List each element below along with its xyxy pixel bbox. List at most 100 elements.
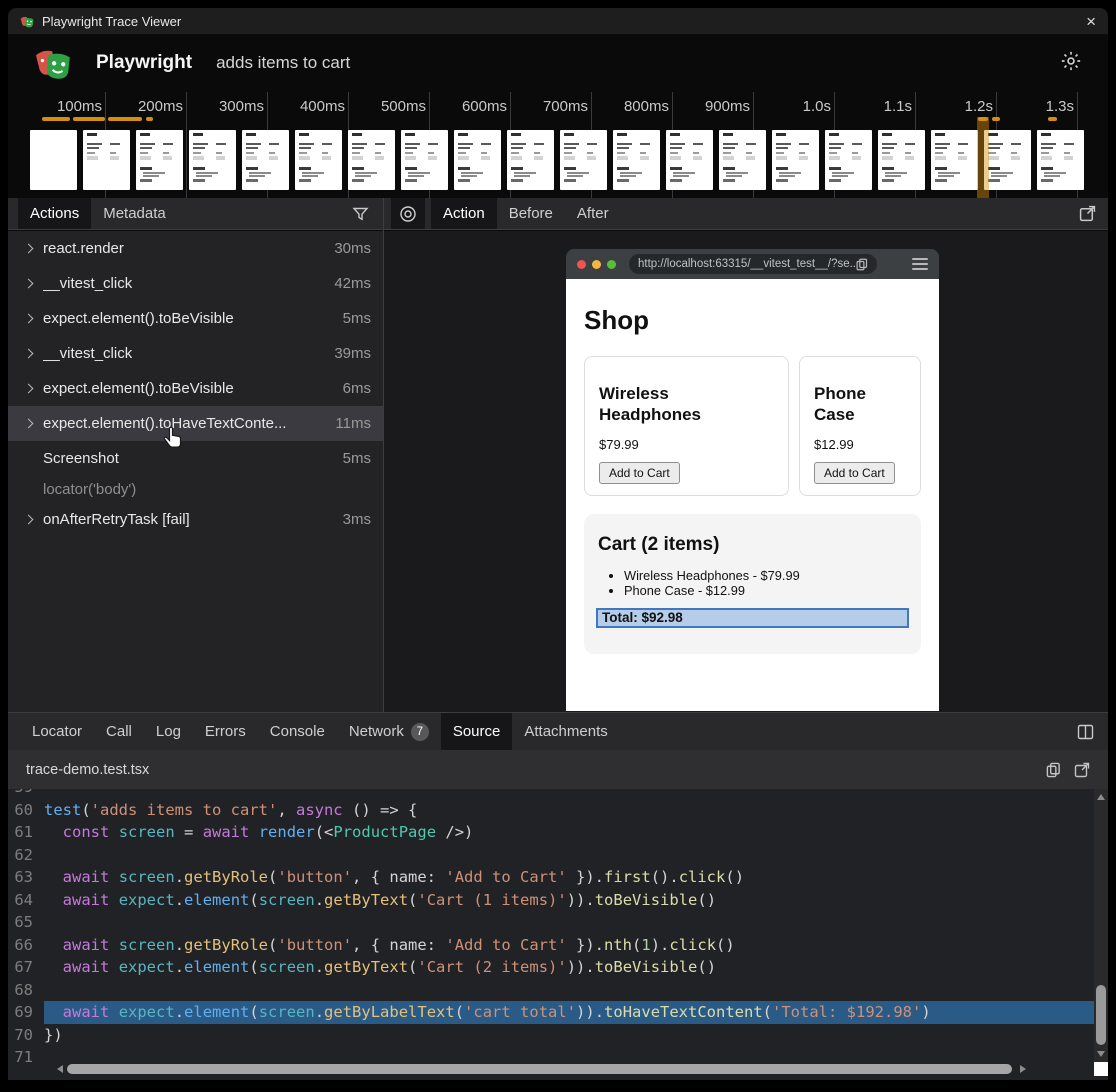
product-price: $12.99	[814, 437, 906, 452]
tab-console[interactable]: Console	[258, 713, 337, 750]
action-duration: 5ms	[343, 450, 373, 467]
film-thumbnail[interactable]	[613, 130, 660, 190]
timeline-label: 1.2s	[923, 98, 993, 115]
chevron-right-icon[interactable]	[24, 515, 34, 525]
scroll-left-arrow[interactable]	[57, 1065, 63, 1073]
line-content	[44, 789, 1094, 799]
action-row-vitest-click[interactable]: __vitest_click39ms	[8, 336, 383, 371]
line-number: 65	[8, 911, 44, 934]
add-to-cart-button[interactable]: Add to Cart	[599, 462, 680, 484]
snapshot-page: Shop Wireless Headphones$79.99Add to Car…	[566, 279, 939, 711]
film-thumbnail[interactable]	[878, 130, 925, 190]
gear-icon[interactable]	[1060, 50, 1082, 77]
tab-log-label: Log	[156, 723, 181, 740]
close-icon[interactable]: ×	[1086, 13, 1096, 30]
tab-before-label: Before	[509, 205, 553, 222]
tab-actions[interactable]: Actions	[18, 198, 91, 229]
action-row-vitest-click[interactable]: __vitest_click42ms	[8, 266, 383, 301]
cart-items-list: Wireless Headphones - $79.99Phone Case -…	[596, 569, 909, 598]
film-thumbnail[interactable]	[772, 130, 819, 190]
film-thumbnail[interactable]	[560, 130, 607, 190]
film-thumbnail[interactable]	[83, 130, 130, 190]
action-label: onAfterRetryTask [fail]	[43, 511, 190, 528]
action-row-react-render[interactable]: react.render30ms	[8, 231, 383, 266]
tab-source[interactable]: Source	[441, 713, 513, 750]
scroll-up-arrow[interactable]	[1097, 794, 1105, 800]
action-row-expect-element-tohavetextconte[interactable]: expect.element().toHaveTextConte...11ms	[8, 406, 383, 441]
chevron-right-icon[interactable]	[24, 384, 34, 394]
tab-before[interactable]: Before	[497, 198, 565, 229]
film-thumbnail[interactable]	[30, 130, 77, 190]
line-number: 70	[8, 1024, 44, 1047]
tab-attachments[interactable]: Attachments	[512, 713, 619, 750]
line-number: 69	[8, 1001, 44, 1024]
action-row-expect-element-tobevisible[interactable]: expect.element().toBeVisible5ms	[8, 301, 383, 336]
film-thumbnail[interactable]	[454, 130, 501, 190]
line-content: await expect.element(screen.getByLabelTe…	[44, 1001, 1094, 1024]
film-thumbnail[interactable]	[666, 130, 713, 190]
film-thumbnail[interactable]	[348, 130, 395, 190]
address-bar[interactable]: http://localhost:63315/__vitest_test__/?…	[629, 254, 877, 274]
hamburger-menu-icon[interactable]	[912, 258, 928, 270]
line-content: await screen.getByRole('button', { name:…	[44, 866, 1094, 889]
horizontal-scrollbar-thumb[interactable]	[67, 1064, 1012, 1074]
action-row-expect-element-tobevisible[interactable]: expect.element().toBeVisible6ms	[8, 371, 383, 406]
tab-action[interactable]: Action	[431, 198, 497, 229]
tab-call[interactable]: Call	[94, 713, 144, 750]
vertical-scrollbar[interactable]	[1094, 789, 1108, 1062]
horizontal-scrollbar[interactable]	[54, 1062, 1094, 1076]
add-to-cart-button[interactable]: Add to Cart	[814, 462, 895, 484]
film-thumbnail[interactable]	[931, 130, 978, 190]
open-external-icon[interactable]	[1079, 198, 1096, 229]
chevron-right-icon[interactable]	[24, 314, 34, 324]
film-thumbnail[interactable]	[401, 130, 448, 190]
bullseye-icon	[399, 205, 417, 223]
split-view-icon[interactable]	[1077, 713, 1094, 750]
timeline[interactable]: 100ms200ms300ms400ms500ms600ms700ms800ms…	[8, 92, 1108, 198]
chevron-right-icon[interactable]	[24, 279, 34, 289]
timeline-selection-marker[interactable]	[977, 117, 989, 198]
title-bar: Playwright Trace Viewer ×	[8, 8, 1108, 34]
chevron-right-icon[interactable]	[24, 244, 34, 254]
tab-network[interactable]: Network7	[337, 713, 441, 750]
tab-network-label: Network	[349, 723, 404, 740]
line-content: await screen.getByRole('button', { name:…	[44, 934, 1094, 957]
open-source-external-icon[interactable]	[1074, 762, 1090, 778]
pick-locator-button[interactable]	[391, 198, 425, 229]
tab-metadata[interactable]: Metadata	[91, 198, 178, 229]
film-thumbnail[interactable]	[507, 130, 554, 190]
tab-locator[interactable]: Locator	[20, 713, 94, 750]
tab-errors[interactable]: Errors	[193, 713, 258, 750]
tab-metadata-label: Metadata	[103, 205, 166, 222]
chevron-right-icon[interactable]	[24, 419, 34, 429]
app-name: Playwright	[96, 52, 192, 74]
action-row-onafterretrytask-fail[interactable]: onAfterRetryTask [fail]3ms	[8, 502, 383, 537]
film-thumbnail[interactable]	[984, 130, 1031, 190]
chevron-right-icon[interactable]	[24, 349, 34, 359]
tab-after[interactable]: After	[565, 198, 621, 229]
film-thumbnail[interactable]	[825, 130, 872, 190]
copy-url-icon[interactable]	[856, 258, 868, 271]
line-number: 63	[8, 866, 44, 889]
line-content: await expect.element(screen.getByText('C…	[44, 956, 1094, 979]
action-duration: 42ms	[334, 275, 373, 292]
film-thumbnail[interactable]	[136, 130, 183, 190]
line-number: 62	[8, 844, 44, 867]
vertical-scrollbar-thumb[interactable]	[1096, 985, 1106, 1045]
tab-log[interactable]: Log	[144, 713, 193, 750]
film-thumbnail[interactable]	[1037, 130, 1084, 190]
copy-source-icon[interactable]	[1046, 762, 1061, 778]
film-thumbnail[interactable]	[242, 130, 289, 190]
film-thumbnail[interactable]	[189, 130, 236, 190]
filter-icon[interactable]	[352, 198, 369, 229]
action-row-screenshot[interactable]: Screenshot5ms	[8, 441, 383, 476]
action-duration-bar	[992, 117, 1000, 121]
playwright-masks-icon	[20, 14, 35, 29]
scroll-right-arrow[interactable]	[1020, 1065, 1026, 1073]
code-line-67: 67 await expect.element(screen.getByText…	[8, 956, 1108, 979]
film-thumbnail[interactable]	[719, 130, 766, 190]
film-thumbnail[interactable]	[295, 130, 342, 190]
source-code-view[interactable]: 5960test('adds items to cart', async () …	[8, 789, 1108, 1080]
scroll-down-arrow[interactable]	[1097, 1051, 1105, 1057]
traffic-light-green	[607, 260, 616, 269]
